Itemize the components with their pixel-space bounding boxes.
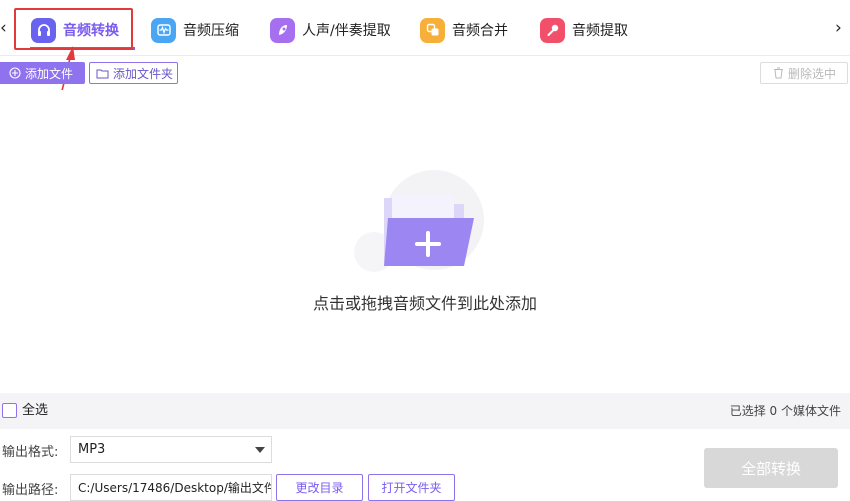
output-format-select[interactable]: MP3 [70, 436, 272, 463]
select-all-checkbox[interactable] [2, 403, 17, 418]
add-file-button[interactable]: 添加文件 [0, 62, 85, 84]
output-path-label: 输出路径: [2, 483, 59, 498]
add-file-label: 添加文件 [25, 66, 74, 81]
change-directory-label: 更改目录 [295, 481, 344, 495]
output-format-value: MP3 [78, 442, 106, 457]
plus-circle-icon [9, 67, 21, 79]
tab-audio-compress[interactable]: 音频压缩 [151, 14, 239, 46]
selected-count: 已选择 0 个媒体文件 [729, 404, 841, 418]
tab-label: 音频合并 [452, 23, 508, 39]
waveform-icon [151, 17, 176, 43]
output-format-label: 输出格式: [2, 445, 59, 460]
tabs-next-arrow[interactable]: › [835, 12, 842, 44]
file-drop-zone[interactable]: 点击或拖拽音频文件到此处添加 [0, 90, 850, 393]
chevron-down-icon [255, 447, 265, 453]
tab-label: 人声/伴奏提取 [302, 23, 391, 39]
drop-hint: 点击或拖拽音频文件到此处添加 [312, 294, 537, 313]
tab-label: 音频压缩 [183, 23, 239, 39]
merge-icon [420, 17, 445, 43]
select-all-label[interactable]: 全选 [22, 403, 48, 419]
vocal-split-icon [270, 17, 295, 43]
change-directory-button[interactable]: 更改目录 [276, 474, 363, 501]
selection-bar [0, 393, 850, 429]
tab-audio-extract[interactable]: 音频提取 [540, 14, 628, 46]
add-folder-label: 添加文件夹 [113, 66, 174, 81]
tab-label: 音频提取 [572, 23, 628, 39]
tabs-prev-arrow[interactable]: ‹ [0, 12, 7, 44]
convert-all-button[interactable]: 全部转换 [704, 448, 838, 488]
output-path-value: C:/Users/17486/Desktop/输出文件 [78, 481, 272, 495]
output-path-input[interactable]: C:/Users/17486/Desktop/输出文件 [70, 474, 272, 501]
delete-selected-button[interactable]: 删除选中 [760, 62, 848, 84]
microphone-icon [540, 17, 565, 43]
folder-icon [96, 68, 109, 79]
delete-selected-label: 删除选中 [788, 66, 837, 81]
add-folder-button[interactable]: 添加文件夹 [89, 62, 178, 84]
open-folder-label: 打开文件夹 [381, 481, 442, 495]
convert-all-label: 全部转换 [740, 459, 801, 478]
tab-vocal-extract[interactable]: 人声/伴奏提取 [270, 14, 391, 46]
trash-icon [773, 67, 784, 79]
folder-add-illustration [350, 170, 510, 280]
open-folder-button[interactable]: 打开文件夹 [368, 474, 455, 501]
tab-audio-merge[interactable]: 音频合并 [420, 14, 508, 46]
